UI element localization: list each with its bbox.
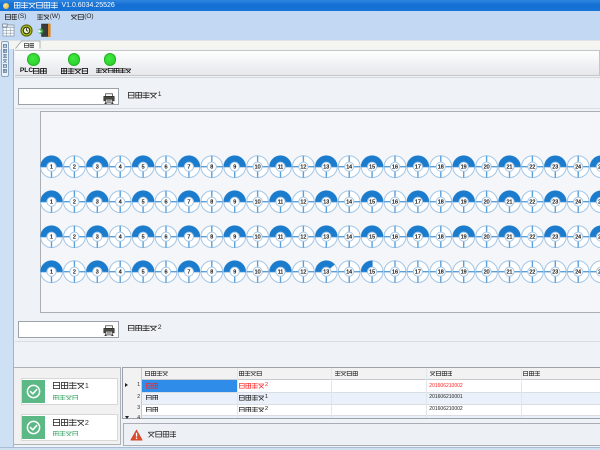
svg-text:24: 24 bbox=[575, 235, 581, 241]
svg-text:15: 15 bbox=[369, 270, 375, 276]
svg-text:23: 23 bbox=[552, 165, 558, 171]
svg-text:11: 11 bbox=[278, 235, 284, 241]
svg-text:22: 22 bbox=[529, 270, 535, 276]
svg-text:12: 12 bbox=[300, 165, 306, 171]
svg-text:18: 18 bbox=[438, 200, 444, 206]
svg-text:2: 2 bbox=[73, 200, 76, 206]
svg-text:14: 14 bbox=[346, 235, 352, 241]
svg-text:7: 7 bbox=[187, 200, 190, 206]
svg-text:13: 13 bbox=[323, 165, 329, 171]
svg-text:24: 24 bbox=[575, 165, 581, 171]
svg-text:17: 17 bbox=[415, 165, 421, 171]
svg-text:11: 11 bbox=[278, 165, 284, 171]
svg-text:1: 1 bbox=[50, 165, 53, 171]
svg-text:5: 5 bbox=[142, 200, 145, 206]
svg-text:4: 4 bbox=[119, 165, 122, 171]
svg-text:15: 15 bbox=[369, 165, 375, 171]
svg-text:9: 9 bbox=[233, 165, 236, 171]
svg-text:6: 6 bbox=[165, 270, 168, 276]
svg-text:19: 19 bbox=[461, 165, 467, 171]
svg-text:11: 11 bbox=[278, 270, 284, 276]
svg-text:13: 13 bbox=[323, 235, 329, 241]
svg-text:5: 5 bbox=[142, 235, 145, 241]
svg-text:13: 13 bbox=[323, 200, 329, 206]
svg-text:12: 12 bbox=[300, 235, 306, 241]
svg-text:22: 22 bbox=[529, 200, 535, 206]
svg-text:3: 3 bbox=[96, 235, 99, 241]
svg-text:21: 21 bbox=[507, 165, 513, 171]
svg-text:22: 22 bbox=[529, 165, 535, 171]
svg-text:12: 12 bbox=[300, 270, 306, 276]
svg-text:20: 20 bbox=[484, 270, 490, 276]
svg-text:23: 23 bbox=[552, 200, 558, 206]
svg-text:9: 9 bbox=[233, 270, 236, 276]
svg-text:5: 5 bbox=[142, 270, 145, 276]
svg-text:23: 23 bbox=[552, 270, 558, 276]
svg-text:9: 9 bbox=[233, 200, 236, 206]
svg-text:10: 10 bbox=[255, 235, 261, 241]
svg-text:18: 18 bbox=[438, 165, 444, 171]
svg-text:18: 18 bbox=[438, 270, 444, 276]
svg-text:24: 24 bbox=[575, 270, 581, 276]
svg-text:8: 8 bbox=[210, 235, 213, 241]
svg-text:15: 15 bbox=[369, 200, 375, 206]
svg-text:17: 17 bbox=[415, 200, 421, 206]
svg-text:3: 3 bbox=[96, 270, 99, 276]
svg-text:14: 14 bbox=[346, 165, 352, 171]
svg-text:8: 8 bbox=[210, 165, 213, 171]
svg-text:4: 4 bbox=[119, 235, 122, 241]
svg-text:3: 3 bbox=[96, 200, 99, 206]
svg-text:19: 19 bbox=[461, 270, 467, 276]
svg-text:1: 1 bbox=[50, 200, 53, 206]
svg-text:2: 2 bbox=[73, 235, 76, 241]
svg-text:19: 19 bbox=[461, 235, 467, 241]
svg-text:17: 17 bbox=[415, 270, 421, 276]
svg-text:6: 6 bbox=[165, 200, 168, 206]
svg-text:10: 10 bbox=[255, 165, 261, 171]
svg-text:21: 21 bbox=[507, 270, 513, 276]
svg-text:14: 14 bbox=[346, 200, 352, 206]
svg-text:3: 3 bbox=[96, 165, 99, 171]
svg-text:18: 18 bbox=[438, 235, 444, 241]
svg-text:14: 14 bbox=[346, 270, 352, 276]
svg-text:16: 16 bbox=[392, 235, 398, 241]
svg-text:7: 7 bbox=[187, 165, 190, 171]
svg-text:15: 15 bbox=[369, 235, 375, 241]
svg-text:16: 16 bbox=[392, 165, 398, 171]
svg-text:10: 10 bbox=[255, 200, 261, 206]
svg-text:16: 16 bbox=[392, 270, 398, 276]
svg-text:11: 11 bbox=[278, 200, 284, 206]
svg-text:23: 23 bbox=[552, 235, 558, 241]
svg-text:1: 1 bbox=[50, 270, 53, 276]
svg-text:4: 4 bbox=[119, 200, 122, 206]
svg-text:20: 20 bbox=[484, 165, 490, 171]
svg-text:12: 12 bbox=[300, 200, 306, 206]
svg-text:1: 1 bbox=[50, 235, 53, 241]
svg-text:4: 4 bbox=[119, 270, 122, 276]
svg-text:24: 24 bbox=[575, 200, 581, 206]
svg-text:5: 5 bbox=[142, 165, 145, 171]
svg-text:13: 13 bbox=[323, 270, 329, 276]
svg-text:17: 17 bbox=[415, 235, 421, 241]
svg-text:7: 7 bbox=[187, 270, 190, 276]
svg-text:21: 21 bbox=[507, 235, 513, 241]
svg-text:7: 7 bbox=[187, 235, 190, 241]
svg-text:16: 16 bbox=[392, 200, 398, 206]
svg-text:19: 19 bbox=[461, 200, 467, 206]
svg-text:2: 2 bbox=[73, 165, 76, 171]
svg-text:20: 20 bbox=[484, 235, 490, 241]
svg-text:20: 20 bbox=[484, 200, 490, 206]
svg-text:8: 8 bbox=[210, 200, 213, 206]
svg-text:10: 10 bbox=[255, 270, 261, 276]
svg-text:9: 9 bbox=[233, 235, 236, 241]
svg-text:2: 2 bbox=[73, 270, 76, 276]
svg-text:6: 6 bbox=[165, 235, 168, 241]
svg-text:6: 6 bbox=[165, 165, 168, 171]
svg-text:21: 21 bbox=[507, 200, 513, 206]
svg-text:22: 22 bbox=[529, 235, 535, 241]
svg-text:8: 8 bbox=[210, 270, 213, 276]
